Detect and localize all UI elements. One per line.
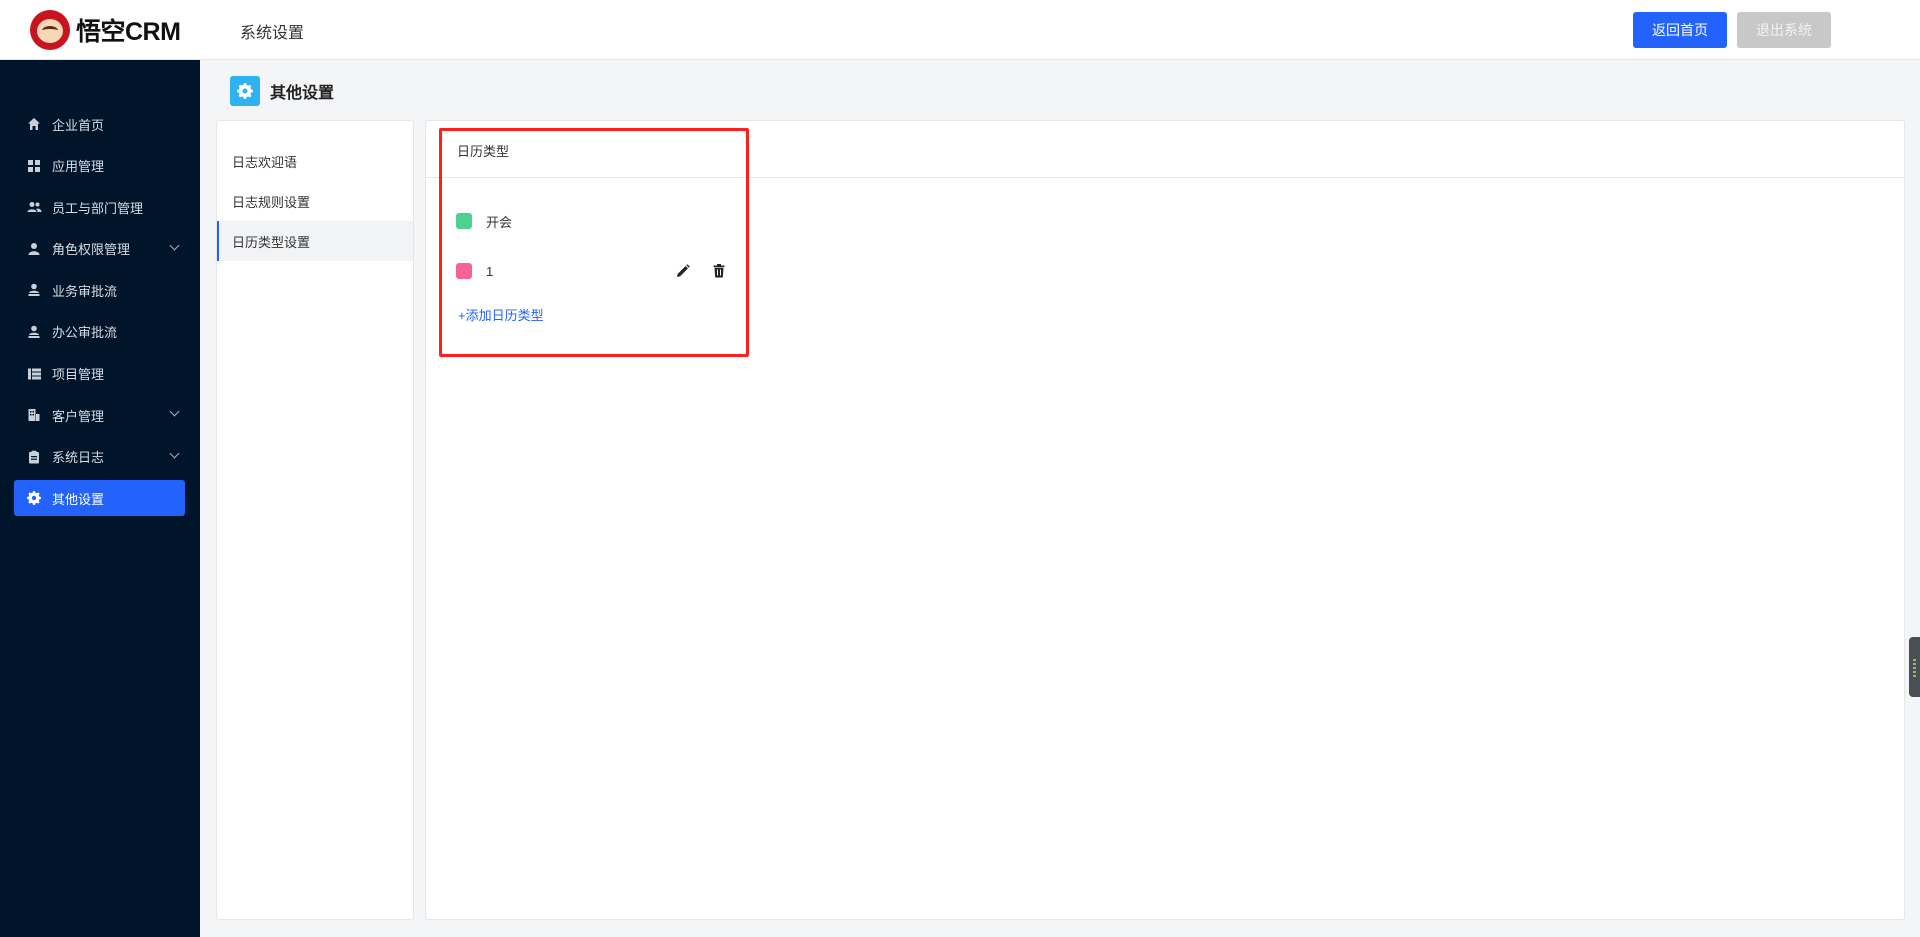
sidebar-item-label: 客户管理 xyxy=(52,408,105,424)
add-calendar-type-link[interactable]: +添加日历类型 xyxy=(458,305,544,324)
gear-icon xyxy=(230,76,260,106)
header-title: 系统设置 xyxy=(240,25,305,42)
edit-icon[interactable] xyxy=(675,263,691,279)
sidebar-item-business-approval[interactable]: 业务审批流 xyxy=(0,272,200,308)
sidebar-item-enterprise-home[interactable]: 企业首页 xyxy=(0,106,200,142)
sidebar-item-office-approval[interactable]: 办公审批流 xyxy=(0,314,200,350)
chevron-down-icon xyxy=(169,406,180,417)
sidebar-item-label: 办公审批流 xyxy=(52,325,118,341)
gear-icon xyxy=(26,490,42,506)
submenu-item-log-rules[interactable]: 日志规则设置 xyxy=(217,181,413,221)
sidebar-item-label: 角色权限管理 xyxy=(52,242,131,258)
sidebar-menu: 企业首页 应用管理 员工与部门管理 角色权限管理 业务审批流 办公审批流 项目管… xyxy=(0,106,200,522)
logo[interactable]: 悟空CRM xyxy=(30,10,181,50)
sidebar-item-label: 系统日志 xyxy=(52,450,105,466)
side-widget-handle[interactable] xyxy=(1909,637,1920,697)
panel-title: 日历类型 xyxy=(457,144,510,159)
calendar-type-row: 1 xyxy=(456,261,736,281)
list-icon xyxy=(26,366,42,382)
row-actions xyxy=(675,261,747,281)
sidebar-item-staff-departments[interactable]: 员工与部门管理 xyxy=(0,189,200,225)
panel-header: 日历类型 xyxy=(426,121,1904,178)
top-header: 悟空CRM 系统设置 返回首页 退出系统 xyxy=(0,0,1920,60)
logo-text: 悟空CRM xyxy=(76,18,181,46)
home-icon xyxy=(26,116,42,132)
exit-system-button[interactable]: 退出系统 xyxy=(1737,12,1831,48)
sidebar-item-other-settings[interactable]: 其他设置 xyxy=(14,480,185,517)
sidebar-item-label: 员工与部门管理 xyxy=(52,200,144,216)
sidebar-item-customer-management[interactable]: 客户管理 xyxy=(0,397,200,433)
users-icon xyxy=(26,199,42,215)
settings-submenu: 日志欢迎语 日志规则设置 日历类型设置 xyxy=(216,120,414,920)
user-stamp-icon xyxy=(26,324,42,340)
clipboard-icon xyxy=(26,449,42,465)
sidebar-item-app-management[interactable]: 应用管理 xyxy=(0,148,200,184)
color-swatch xyxy=(456,263,472,279)
submenu-item-log-welcome[interactable]: 日志欢迎语 xyxy=(217,141,413,181)
page-title: 其他设置 xyxy=(230,76,334,106)
chevron-down-icon xyxy=(169,240,180,251)
user-icon xyxy=(26,241,42,257)
sidebar-item-label: 应用管理 xyxy=(52,159,105,175)
user-stamp-icon xyxy=(26,282,42,298)
submenu-item-calendar-types[interactable]: 日历类型设置 xyxy=(217,221,413,261)
sidebar-item-system-log[interactable]: 系统日志 xyxy=(0,439,200,475)
building-icon xyxy=(26,407,42,423)
calendar-type-row: 开会 xyxy=(456,211,736,231)
calendar-type-label: 1 xyxy=(486,263,494,279)
sidebar: 企业首页 应用管理 员工与部门管理 角色权限管理 业务审批流 办公审批流 项目管… xyxy=(0,60,200,937)
page-title-text: 其他设置 xyxy=(270,85,335,102)
grid-icon xyxy=(26,158,42,174)
color-swatch xyxy=(456,213,472,229)
sidebar-item-project-management[interactable]: 项目管理 xyxy=(0,356,200,392)
sidebar-item-label: 企业首页 xyxy=(52,117,105,133)
calendar-types-panel: 日历类型 开会 1 +添加日历类型 xyxy=(425,120,1905,920)
sidebar-item-label: 项目管理 xyxy=(52,367,105,383)
chevron-down-icon xyxy=(169,448,180,459)
sidebar-item-label: 其他设置 xyxy=(52,491,105,507)
monkey-logo-icon xyxy=(30,10,70,50)
calendar-type-label: 开会 xyxy=(486,214,513,230)
return-home-button[interactable]: 返回首页 xyxy=(1633,12,1727,48)
sidebar-item-label: 业务审批流 xyxy=(52,283,118,299)
sidebar-item-role-permissions[interactable]: 角色权限管理 xyxy=(0,231,200,267)
delete-icon[interactable] xyxy=(711,263,727,279)
